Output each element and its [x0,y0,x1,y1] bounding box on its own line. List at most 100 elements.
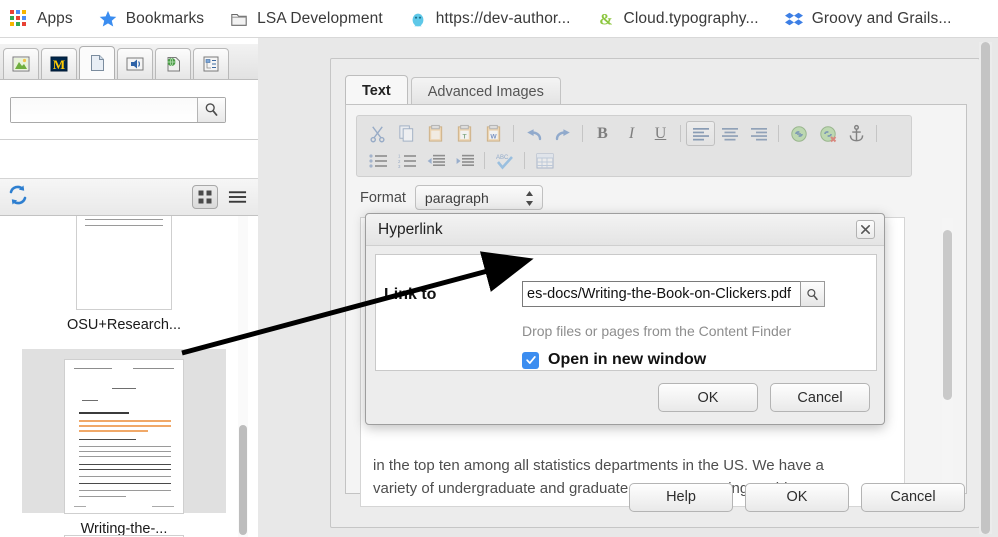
link-url-input[interactable] [522,281,800,307]
spellcheck-icon[interactable]: ABC [490,148,519,173]
svg-text:M: M [53,57,65,72]
bookmark-label: https://dev-author... [436,10,571,28]
paste-as-text-icon[interactable]: T [450,121,479,146]
bullet-list-icon[interactable] [363,148,392,173]
outdent-icon[interactable] [421,148,450,173]
tab-text[interactable]: Text [345,75,408,105]
view-mode-buttons [192,185,250,209]
svg-text:T: T [462,133,466,140]
content-finder-toolbar [0,178,258,216]
cut-icon[interactable] [363,121,392,146]
unlink-icon[interactable] [813,121,842,146]
bookmark-apps[interactable]: Apps [10,10,73,28]
underline-icon[interactable]: U [646,121,675,146]
list-item[interactable] [22,525,226,537]
grid-view-icon[interactable] [192,185,218,209]
bookmark-label: LSA Development [257,10,383,28]
content-finder-tab-documents[interactable] [79,46,115,79]
paste-icon[interactable] [421,121,450,146]
hyperlink-dialog: Hyperlink Link to Drop files o [365,213,885,425]
search-field-wrapper[interactable] [10,97,226,123]
content-finder-tab-sitetree[interactable] [193,48,229,79]
indent-icon[interactable] [450,148,479,173]
insert-table-icon[interactable] [530,148,559,173]
format-label: Format [360,190,406,206]
align-left-icon[interactable] [686,121,715,146]
page-scrollbar[interactable] [979,42,992,534]
rich-text-toolbar: T W B I [356,115,912,177]
link-url-field-wrapper[interactable] [522,281,825,307]
cancel-button[interactable]: Cancel [861,483,965,512]
content-finder-tab-audio[interactable] [117,48,153,79]
thumbnail-preview [76,216,172,310]
toolbar-row-2: 123 ABC [363,147,905,174]
numbered-list-icon[interactable]: 123 [392,148,421,173]
ok-button[interactable]: OK [745,483,849,512]
align-center-icon[interactable] [715,121,744,146]
link-to-label: Link to [384,281,522,304]
dialog-ok-button[interactable]: OK [658,383,758,412]
thumbnail-preview [64,359,184,514]
close-icon[interactable] [856,220,875,239]
body-scrollbar[interactable] [942,218,953,506]
link-to-row: Link to [384,281,825,307]
dialog-cancel-button[interactable]: Cancel [770,383,870,412]
tab-advanced-images[interactable]: Advanced Images [411,77,561,105]
content-finder-search-area [0,80,258,140]
list-item-caption: OSU+Research... [22,317,226,333]
align-right-icon[interactable] [744,121,773,146]
scrollbar-thumb[interactable] [239,425,247,535]
stepper-icon [525,190,534,207]
list-item[interactable]: OSU+Research... [22,216,226,337]
anchor-icon[interactable] [842,121,871,146]
editor-tabstrip: Text Advanced Images [345,75,564,105]
hyperlink-dialog-title: Hyperlink [378,221,443,239]
star-icon [99,10,117,28]
scrollbar-thumb[interactable] [943,230,952,400]
search-input[interactable] [11,98,197,122]
toolbar-separator [524,152,525,169]
bookmark-bookmarks[interactable]: Bookmarks [99,10,204,28]
insert-link-icon[interactable] [784,121,813,146]
content-finder-scrollbar[interactable] [238,216,248,537]
ampersand-icon: & [597,10,615,28]
bold-icon[interactable]: B [588,121,617,146]
refresh-icon[interactable] [6,183,30,212]
format-row: Format paragraph [360,185,543,210]
bookmark-lsa-development[interactable]: LSA Development [230,10,383,28]
open-in-new-window-checkbox[interactable] [522,352,539,369]
list-view-icon[interactable] [224,185,250,209]
content-finder-results[interactable]: OSU+Research... [0,216,248,537]
folder-icon [230,10,248,28]
bookmark-label: Groovy and Grails... [812,10,952,28]
copy-icon[interactable] [392,121,421,146]
content-finder-tab-pages[interactable] [155,48,191,79]
toolbar-separator [778,125,779,142]
list-item-selected[interactable]: Writing-the-... [22,349,226,513]
help-button[interactable]: Help [629,483,733,512]
bookmark-groovy-and-grails[interactable]: Groovy and Grails... [785,10,952,28]
content-finder-tab-michigan[interactable]: M [41,48,77,79]
scrollbar-thumb[interactable] [981,42,990,534]
content-finder-tab-images[interactable] [3,48,39,79]
editor-footer-buttons: Help OK Cancel [345,481,965,513]
content-finder-tabbar: M [0,44,258,80]
open-in-new-window-row[interactable]: Open in new window [522,351,706,369]
bookmark-label: Apps [37,10,73,28]
magnifier-icon [805,287,820,302]
paste-from-word-icon[interactable]: W [479,121,508,146]
bookmark-label: Bookmarks [126,10,204,28]
browse-content-button[interactable] [800,281,825,307]
bookmark-label: Cloud.typography... [624,10,759,28]
site-favicon-icon [409,10,427,28]
bookmark-dev-author[interactable]: https://dev-author... [409,10,571,28]
undo-icon[interactable] [519,121,548,146]
format-select[interactable]: paragraph [415,185,543,210]
italic-icon[interactable]: I [617,121,646,146]
content-finder-panel: M [0,38,258,537]
svg-text:&: & [599,10,612,28]
redo-icon[interactable] [548,121,577,146]
search-button[interactable] [197,98,225,122]
drop-files-hint: Drop files or pages from the Content Fin… [522,323,791,339]
bookmark-cloud-typography[interactable]: & Cloud.typography... [597,10,759,28]
